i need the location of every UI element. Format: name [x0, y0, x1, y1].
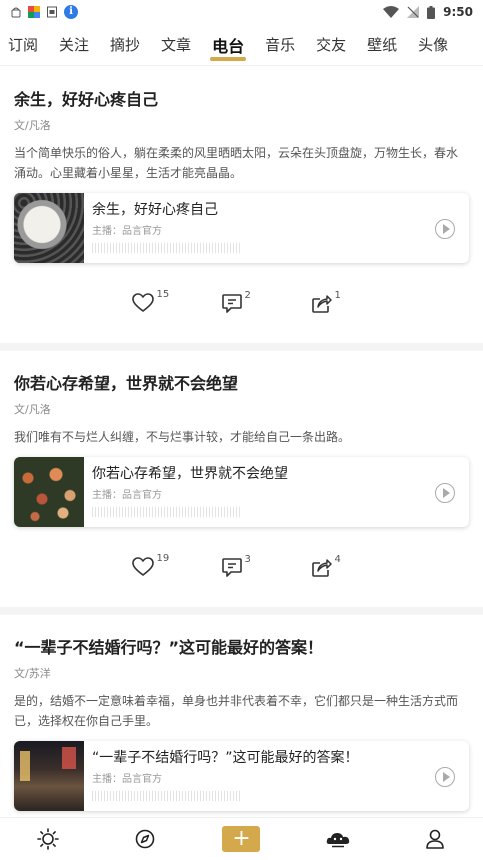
- waveform: [92, 507, 242, 517]
- heart-icon: [131, 293, 154, 312]
- audio-card-body: 余生，好好心疼自己 主播：品言官方: [84, 193, 469, 263]
- tab-subscribe[interactable]: 订阅: [6, 28, 40, 61]
- radio-feed[interactable]: 余生，好好心疼自己 文/凡洛 当个简单快乐的俗人，躺在柔柔的风里晒晒太阳，云朵在…: [0, 67, 483, 817]
- tab-music[interactable]: 音乐: [263, 28, 297, 61]
- post-excerpt: 我们唯有不与烂人纠缠，不与烂事计较，才能给自己一条出路。: [14, 430, 351, 444]
- play-button[interactable]: [435, 483, 455, 503]
- like-button[interactable]: 15: [131, 289, 172, 313]
- share-button[interactable]: 1: [311, 290, 352, 313]
- post-actions: 19 3 4: [14, 527, 469, 607]
- audio-thumbnail: [14, 193, 84, 263]
- like-count: 19: [156, 553, 170, 564]
- comment-icon: [221, 293, 242, 313]
- wifi-icon: [383, 6, 400, 18]
- tab-friends[interactable]: 交友: [314, 28, 348, 61]
- colorful-app-icon: [28, 6, 40, 18]
- like-button[interactable]: 19: [131, 553, 172, 577]
- category-tabs: 订阅 关注 摘抄 文章 电台 音乐 交友 壁纸 头像: [0, 24, 483, 66]
- tab-wallpaper[interactable]: 壁纸: [365, 28, 399, 61]
- share-count: 1: [334, 289, 341, 301]
- user-icon: [425, 829, 444, 849]
- post-title[interactable]: 你若心存希望，世界就不会绝望: [14, 373, 469, 395]
- tab-articles[interactable]: 文章: [159, 28, 193, 61]
- audio-card-body: “一辈子不结婚行吗？”这可能最好的答案！ 主播：品言官方: [84, 741, 469, 811]
- post-title[interactable]: 余生，好好心疼自己: [14, 89, 469, 111]
- status-time: 9:50: [443, 5, 473, 19]
- battery-icon: [427, 5, 436, 19]
- compass-icon: [135, 829, 155, 849]
- share-icon: [311, 558, 332, 577]
- comment-button[interactable]: 3: [221, 554, 262, 577]
- nav-profile[interactable]: [415, 819, 455, 859]
- sun-icon: [37, 828, 60, 850]
- comment-icon: [221, 557, 242, 577]
- tab-excerpts[interactable]: 摘抄: [108, 28, 142, 61]
- audio-card[interactable]: 余生，好好心疼自己 主播：品言官方: [14, 193, 469, 263]
- audio-card[interactable]: “一辈子不结婚行吗？”这可能最好的答案！ 主播：品言官方: [14, 741, 469, 811]
- share-count: 4: [334, 553, 341, 565]
- waveform: [92, 791, 242, 801]
- status-bar-left: i: [10, 5, 78, 19]
- post-excerpt: 是的，结婚不一定意味着幸福，单身也并非代表着不幸，它们都只是一种生活方式而已，选…: [14, 694, 459, 728]
- like-count: 15: [156, 289, 170, 300]
- share-icon: [311, 294, 332, 313]
- audio-title: 你若心存希望，世界就不会绝望: [92, 466, 288, 482]
- bottom-nav: +: [0, 817, 483, 860]
- post-author: 文/苏洋: [14, 667, 51, 680]
- play-button[interactable]: [435, 767, 455, 787]
- post-title[interactable]: “一辈子不结婚行吗？”这可能最好的答案！: [14, 637, 469, 659]
- android-icon: [11, 7, 21, 18]
- waveform: [92, 243, 242, 253]
- audio-host: 主播：品言官方: [92, 490, 162, 501]
- tab-avatar[interactable]: 头像: [416, 28, 450, 61]
- post-actions: 15 2 1: [14, 263, 469, 343]
- tab-follow[interactable]: 关注: [57, 28, 91, 61]
- feed-post[interactable]: “一辈子不结婚行吗？”这可能最好的答案！ 文/苏洋 是的，结婚不一定意味着幸福，…: [0, 615, 483, 817]
- comment-button[interactable]: 2: [221, 290, 262, 313]
- add-button[interactable]: +: [222, 826, 261, 852]
- status-bar: i 9:50: [0, 0, 483, 24]
- heart-icon: [131, 557, 154, 576]
- feed-post[interactable]: 你若心存希望，世界就不会绝望 文/凡洛 我们唯有不与烂人纠缠，不与烂事计较，才能…: [0, 351, 483, 607]
- no-signal-icon: [407, 6, 420, 18]
- audio-host: 主播：品言官方: [92, 226, 162, 237]
- nav-add[interactable]: +: [221, 819, 261, 859]
- audio-card-body: 你若心存希望，世界就不会绝望 主播：品言官方: [84, 457, 469, 527]
- comment-count: 2: [244, 289, 251, 301]
- play-button[interactable]: [435, 219, 455, 239]
- sim-icon: [47, 6, 57, 18]
- feed-post[interactable]: 余生，好好心疼自己 文/凡洛 当个简单快乐的俗人，躺在柔柔的风里晒晒太阳，云朵在…: [0, 67, 483, 343]
- share-button[interactable]: 4: [311, 554, 352, 577]
- post-excerpt: 当个简单快乐的俗人，躺在柔柔的风里晒晒太阳，云朵在头顶盘旋，万物生长，春水涌动。…: [14, 146, 459, 180]
- cloud-cat-icon: [326, 833, 350, 848]
- status-bar-right: 9:50: [383, 5, 473, 19]
- audio-host: 主播：品言官方: [92, 774, 162, 785]
- tab-radio[interactable]: 电台: [210, 27, 247, 63]
- nav-home[interactable]: [28, 819, 68, 859]
- audio-thumbnail: [14, 457, 84, 527]
- audio-title: “一辈子不结婚行吗？”这可能最好的答案！: [92, 750, 359, 766]
- nav-community[interactable]: [318, 819, 358, 859]
- info-icon: i: [64, 5, 78, 19]
- audio-title: 余生，好好心疼自己: [92, 202, 218, 218]
- post-author: 文/凡洛: [14, 403, 51, 416]
- audio-thumbnail: [14, 741, 84, 811]
- comment-count: 3: [244, 553, 251, 565]
- post-author: 文/凡洛: [14, 119, 51, 132]
- nav-discover[interactable]: [125, 819, 165, 859]
- audio-card[interactable]: 你若心存希望，世界就不会绝望 主播：品言官方: [14, 457, 469, 527]
